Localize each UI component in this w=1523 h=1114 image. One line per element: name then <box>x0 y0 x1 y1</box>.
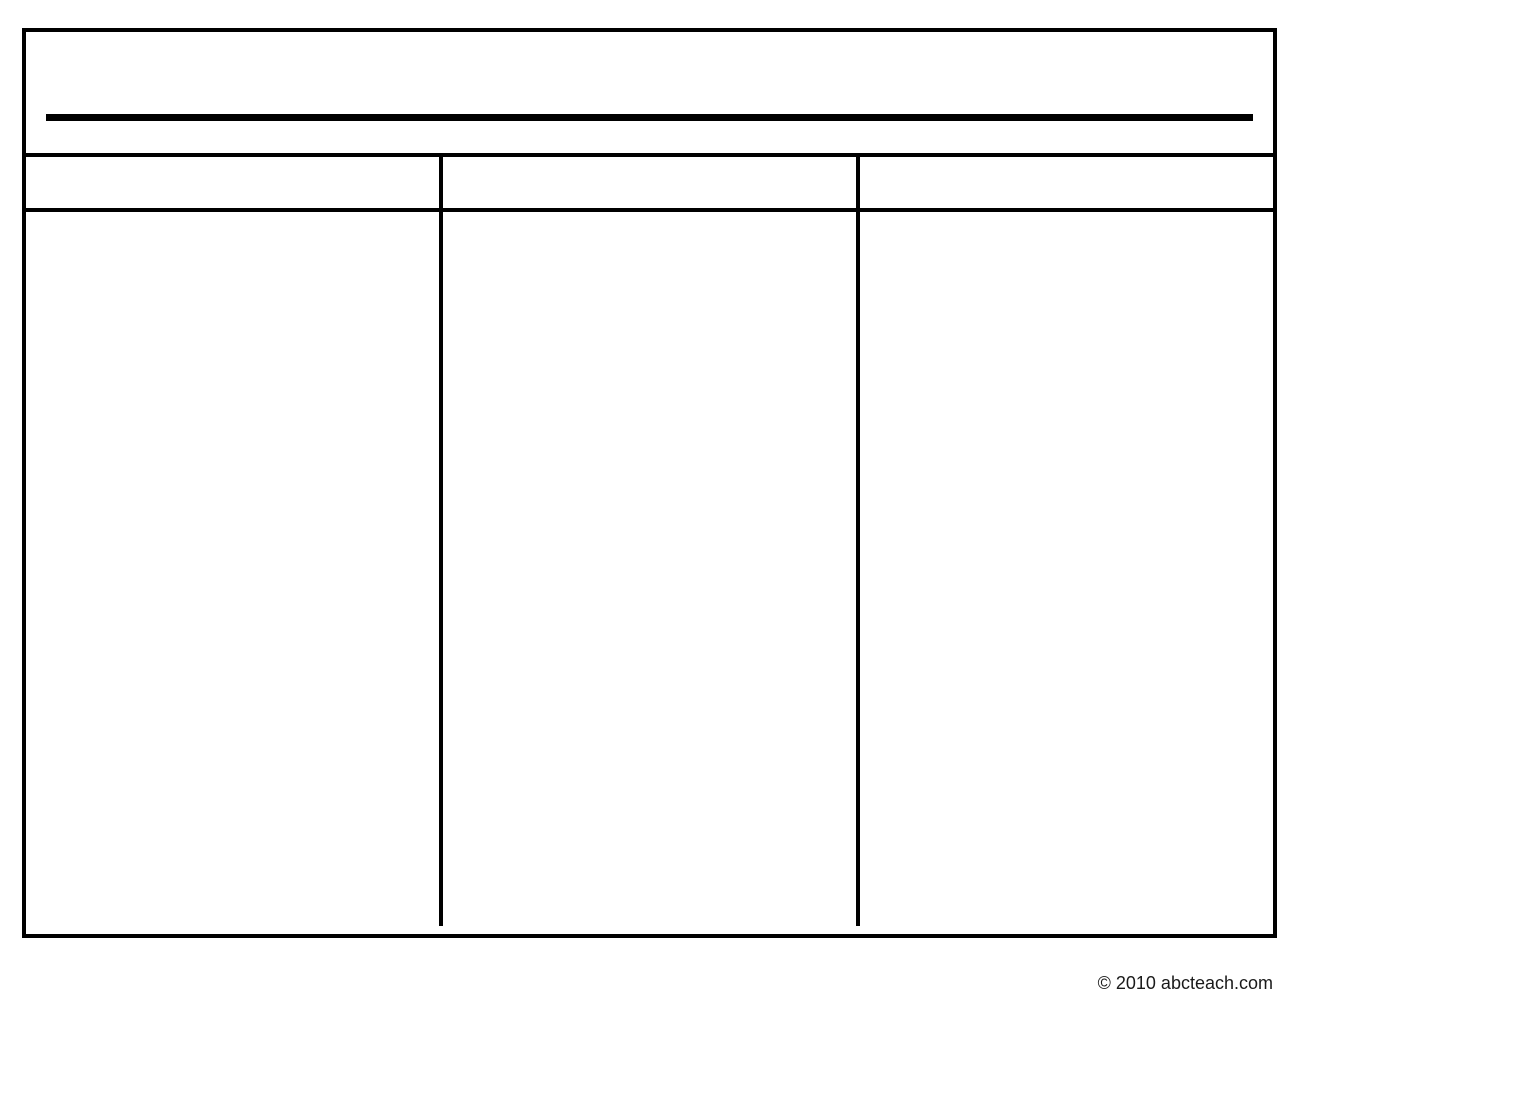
column-body-1[interactable] <box>26 212 443 926</box>
title-section <box>26 32 1273 157</box>
column-body-2[interactable] <box>443 212 860 926</box>
column-header-3[interactable] <box>860 157 1273 208</box>
column-body-3[interactable] <box>860 212 1273 926</box>
column-header-1[interactable] <box>26 157 443 208</box>
column-body-row <box>26 212 1273 926</box>
column-header-2[interactable] <box>443 157 860 208</box>
title-underline[interactable] <box>46 114 1253 121</box>
column-header-row <box>26 157 1273 212</box>
copyright-text: © 2010 abcteach.com <box>1098 973 1273 994</box>
chart-container <box>22 28 1277 938</box>
